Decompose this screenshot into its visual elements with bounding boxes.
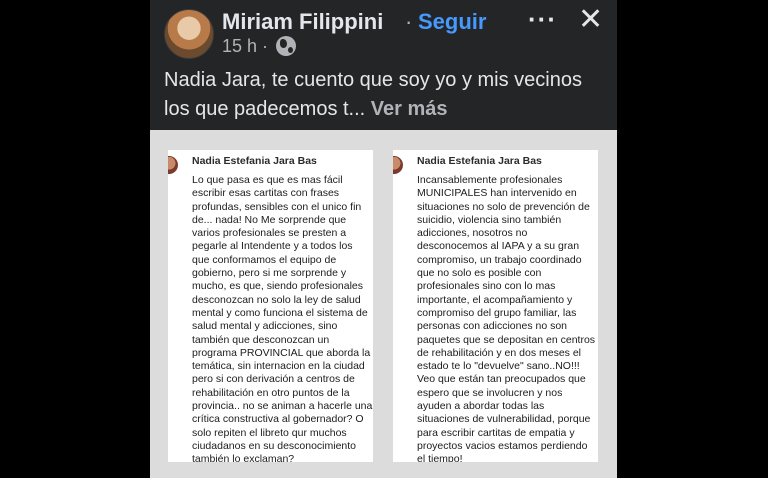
follow-button[interactable]: Seguir xyxy=(418,9,486,35)
comment-line: crítica constructiva al gobernador? O xyxy=(192,413,364,426)
comment-line: desconocemos al IAPA y a su gran xyxy=(417,240,580,253)
comment-line: provincia.. no se animan a hacerle una xyxy=(192,400,373,413)
comment-line: el tiempo! xyxy=(417,453,463,462)
comment-line: gobierno, pero si me sorprende y xyxy=(192,267,347,280)
comment-line: estado te lo "devuelve" sano..NO!!! xyxy=(417,360,580,373)
see-more-link[interactable]: Ver más xyxy=(371,98,448,120)
comment-line: compromiso, un trabajo coordinado xyxy=(417,253,582,266)
comment-line: de rehabilitación y en dos meses el xyxy=(417,346,582,359)
comment-line: personas con adicciones no son xyxy=(417,320,568,333)
comment-line: Lo que pasa es que es mas fácil xyxy=(192,174,343,186)
facebook-post: Miriam Filippini · Seguir 15 h · ··· ✕ N… xyxy=(150,0,617,478)
comment-line: profundas, sensibles con el unico fin xyxy=(192,200,362,213)
comment-line: Incansablemente profesionales xyxy=(417,174,563,186)
comment-line: pero si con derivación a centros de xyxy=(192,373,355,386)
comment-line: que no solo es posible con xyxy=(417,267,542,280)
comment-line: también que desconozcan un xyxy=(192,333,330,346)
comment-avatar xyxy=(393,156,403,174)
comment-author: Nadia Estefania Jara Bas xyxy=(192,155,317,167)
comment-line: de... nada! No Me sorprende que xyxy=(192,213,347,226)
comment-line: escribir esas cartitas con frases xyxy=(192,187,340,200)
comment-line: programa PROVINCIAL que aborda la xyxy=(192,346,371,359)
header-separator: · xyxy=(405,9,413,34)
comment-line: mucho, es que, siendo profesionales xyxy=(192,280,364,293)
comment-text: Incansablemente profesionales MUNICIPALES… xyxy=(417,174,598,462)
comment-line: espero que se involucren y nos xyxy=(417,386,563,399)
comment-line: mental y como funciona el sistema de xyxy=(192,306,368,319)
comment-line: adicciones, nosotros no xyxy=(417,227,528,240)
comment-line: proyectos vacios estamos perdiendo xyxy=(417,439,588,452)
comment-line: pegarle al Intendente y a todos los xyxy=(192,240,353,253)
comment-line: también lo exclaman? xyxy=(192,453,295,462)
author-name[interactable]: Miriam Filippini xyxy=(222,9,383,35)
comment-line: varios profesionales se presten a xyxy=(192,227,347,240)
comment-line: ayuden a abordar todas las xyxy=(417,400,545,413)
comment-screenshot-1: Nadia Estefania Jara Bas Lo que pasa es … xyxy=(168,150,373,462)
comment-line: situaciones no solo de prevención de xyxy=(417,200,590,213)
comment-line: que conformamos el equipo de xyxy=(192,253,337,266)
globe-icon xyxy=(276,36,296,56)
comment-line: solo repiten el libreto qur muchos xyxy=(192,426,347,439)
meta-separator: · xyxy=(262,36,268,56)
comment-line: situaciones de vulnerabilidad, porque xyxy=(417,413,591,426)
comment-avatar xyxy=(168,156,178,174)
comment-line: compromiso del grupo familiar, las xyxy=(417,306,577,319)
comment-line: MUNICIPALES han intervenido en xyxy=(417,187,577,200)
author-avatar[interactable] xyxy=(164,9,214,59)
close-icon[interactable]: ✕ xyxy=(578,2,603,38)
comment-line: suicidio, violencia sino también xyxy=(417,213,562,226)
comment-text: Lo que pasa es que es mas fácil escribir … xyxy=(192,174,373,462)
more-options-icon[interactable]: ··· xyxy=(528,4,557,35)
comment-line: importante, el acompañamiento y xyxy=(417,293,573,306)
comment-line: paquetes que se depositan en centros xyxy=(417,333,596,346)
comment-line: profesionales sino con lo mas xyxy=(417,280,556,293)
comment-screenshot-2: Nadia Estefania Jara Bas Incansablemente… xyxy=(393,150,598,462)
post-image[interactable]: Nadia Estefania Jara Bas Lo que pasa es … xyxy=(150,130,617,478)
comment-line: para escribir cartitas de empatia y xyxy=(417,426,575,439)
comment-author: Nadia Estefania Jara Bas xyxy=(417,155,542,167)
comment-line: ciudadanos en su desconocimiento xyxy=(192,439,357,452)
post-text: Nadia Jara, te cuento que soy yo y mis v… xyxy=(164,66,609,124)
post-header: Miriam Filippini · Seguir 15 h · ··· ✕ N… xyxy=(150,0,617,130)
post-time[interactable]: 15 h xyxy=(222,36,257,57)
comment-line: temática, sin internacion en la ciudad xyxy=(192,360,365,373)
comment-line: Veo que están tan preocupados que xyxy=(417,373,586,386)
comment-line: desconozcan no solo la ley de salud xyxy=(192,293,361,306)
comment-line: salud mental y adicciones, sino xyxy=(192,320,338,333)
comment-line: rehabilitación en otro puntos de la xyxy=(192,386,350,399)
